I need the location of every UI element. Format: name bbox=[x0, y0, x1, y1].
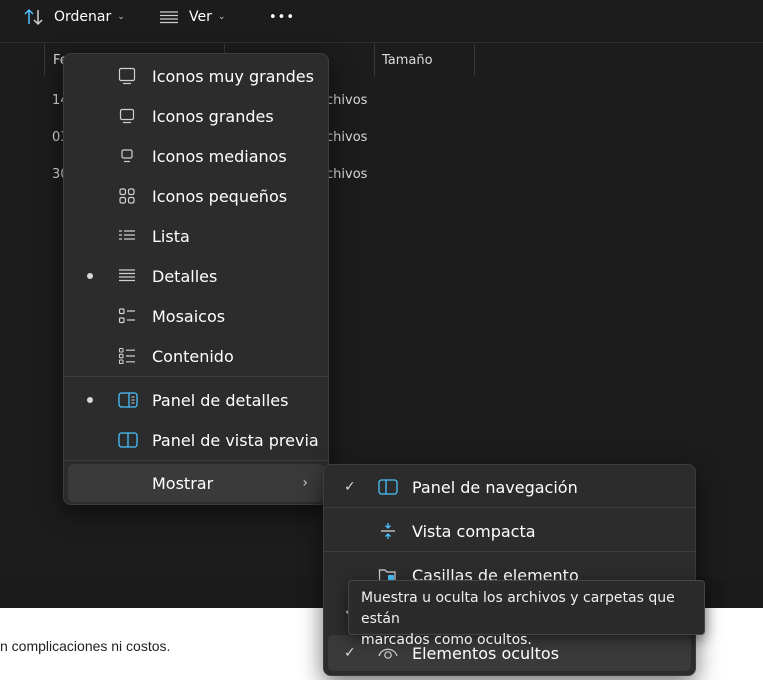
view-icon bbox=[160, 11, 178, 24]
tooltip-line: Muestra u oculta los archivos y carpetas… bbox=[361, 590, 675, 627]
row-type[interactable]: chivos bbox=[326, 167, 367, 182]
menu-item-details[interactable]: Detalles bbox=[68, 256, 324, 296]
menu-item-details-pane[interactable]: Panel de detalles bbox=[68, 380, 324, 420]
menu-item-content[interactable]: Contenido bbox=[68, 336, 324, 376]
compact-view-icon bbox=[381, 523, 395, 539]
check-icon: ✓ bbox=[344, 479, 356, 495]
list-icon bbox=[119, 230, 135, 240]
menu-item-list[interactable]: Lista bbox=[68, 216, 324, 256]
monitor-icon bbox=[119, 108, 135, 124]
tiles-icon bbox=[118, 308, 135, 324]
submenu-item-compact-view[interactable]: Vista compacta bbox=[328, 511, 691, 551]
command-bar: Ordenar ⌄ Ver ⌄ ••• bbox=[0, 0, 763, 34]
view-label: Ver bbox=[189, 9, 212, 25]
grid-icon bbox=[119, 188, 135, 204]
menu-item-extra-large-icons[interactable]: Iconos muy grandes bbox=[68, 56, 324, 96]
menu-divider bbox=[324, 551, 695, 552]
menu-item-medium-icons[interactable]: Iconos medianos bbox=[68, 136, 324, 176]
view-menu: Iconos muy grandes Iconos grandes Iconos… bbox=[63, 53, 329, 505]
column-divider[interactable] bbox=[474, 44, 475, 76]
column-divider[interactable] bbox=[374, 44, 375, 76]
preview-pane-icon bbox=[118, 432, 138, 448]
menu-item-tiles[interactable]: Mosaicos bbox=[68, 296, 324, 336]
menu-item-preview-pane[interactable]: Panel de vista previa bbox=[68, 420, 324, 460]
more-icon: ••• bbox=[269, 9, 296, 25]
menu-divider bbox=[324, 507, 695, 508]
monitor-large-icon bbox=[118, 67, 136, 85]
monitor-small-icon bbox=[121, 149, 133, 163]
document-text: n complicaciones ni costos. bbox=[0, 638, 171, 654]
view-button[interactable]: Ver ⌄ bbox=[159, 0, 225, 34]
menu-item-large-icons[interactable]: Iconos grandes bbox=[68, 96, 324, 136]
column-header-size[interactable]: Tamaño bbox=[382, 44, 433, 76]
more-options-button[interactable]: ••• bbox=[269, 0, 295, 34]
details-icon bbox=[119, 269, 135, 282]
menu-divider bbox=[64, 460, 328, 461]
chevron-down-icon: ⌄ bbox=[117, 12, 125, 22]
navigation-pane-icon bbox=[378, 479, 398, 495]
check-icon: ✓ bbox=[344, 645, 356, 661]
toolbar-divider bbox=[0, 42, 763, 43]
menu-divider bbox=[64, 376, 328, 377]
selected-bullet-icon bbox=[87, 397, 93, 403]
sort-label: Ordenar bbox=[54, 9, 112, 25]
submenu-item-navigation-pane[interactable]: ✓ Panel de navegación bbox=[328, 467, 691, 507]
details-pane-icon bbox=[118, 392, 138, 408]
sort-icon bbox=[24, 8, 43, 26]
selected-bullet-icon bbox=[87, 273, 93, 279]
row-type[interactable]: chivos bbox=[326, 130, 367, 145]
tooltip-line: marcados como ocultos. bbox=[361, 632, 532, 648]
sort-button[interactable]: Ordenar ⌄ bbox=[24, 0, 125, 34]
menu-item-show[interactable]: Mostrar › bbox=[68, 464, 324, 502]
menu-item-small-icons[interactable]: Iconos pequeños bbox=[68, 176, 324, 216]
column-divider[interactable] bbox=[44, 44, 45, 76]
content-icon bbox=[118, 347, 135, 365]
row-type[interactable]: chivos bbox=[326, 93, 367, 108]
hidden-items-tooltip: Muestra u oculta los archivos y carpetas… bbox=[348, 580, 705, 648]
chevron-down-icon: ⌄ bbox=[217, 12, 226, 22]
chevron-right-icon: › bbox=[302, 475, 308, 491]
